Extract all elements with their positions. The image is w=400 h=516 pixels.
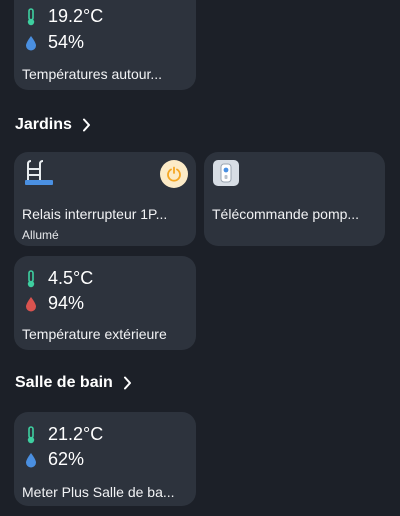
humidity-value: 94%	[48, 293, 85, 313]
chevron-right-icon	[82, 118, 91, 132]
temperature-value: 21.2°C	[48, 424, 104, 444]
device-card-relais[interactable]: Relais interrupteur 1P... Allumé	[14, 152, 196, 246]
temperature-value: 4.5°C	[48, 268, 94, 288]
droplet-icon	[24, 34, 38, 52]
device-card-meter-salle-de-bain[interactable]: 21.2°C 62% Meter Plus Salle de ba...	[14, 412, 196, 506]
device-name: Relais interrupteur 1P...	[22, 206, 168, 222]
device-name: Meter Plus Salle de ba...	[22, 484, 175, 500]
device-card-temperature-exterieure[interactable]: 4.5°C 94% Température extérieure	[14, 256, 196, 350]
device-name: Température extérieure	[22, 326, 167, 342]
pool-icon	[24, 160, 54, 191]
section-header-jardins[interactable]: Jardins	[15, 116, 91, 134]
device-card-temperatures-autour[interactable]: 19.2°C 54% Températures autour...	[14, 0, 196, 90]
droplet-icon	[24, 451, 38, 469]
power-button[interactable]	[160, 160, 188, 188]
temperature-reading: 4.5°C	[24, 268, 93, 289]
section-title: Salle de bain	[15, 374, 113, 391]
humidity-value: 54%	[48, 32, 85, 52]
remote-icon	[213, 160, 239, 186]
thermometer-icon	[24, 269, 38, 288]
section-header-salle-de-bain[interactable]: Salle de bain	[15, 374, 132, 392]
device-card-telecommande[interactable]: Télécommande pomp...	[204, 152, 385, 246]
temperature-value: 19.2°C	[48, 6, 104, 26]
section-title: Jardins	[15, 116, 72, 133]
humidity-value: 62%	[48, 449, 85, 469]
thermometer-icon	[24, 7, 38, 26]
device-name: Télécommande pomp...	[212, 206, 360, 222]
device-status: Allumé	[22, 228, 59, 242]
device-list: 19.2°C 54% Températures autour... Jardin…	[0, 0, 400, 516]
temperature-reading: 19.2°C	[24, 6, 103, 27]
droplet-icon	[24, 295, 38, 313]
chevron-right-icon	[123, 376, 132, 390]
humidity-reading: 94%	[24, 293, 84, 314]
humidity-reading: 54%	[24, 32, 84, 53]
thermometer-icon	[24, 425, 38, 444]
humidity-reading: 62%	[24, 449, 84, 470]
temperature-reading: 21.2°C	[24, 424, 103, 445]
power-icon	[167, 166, 181, 182]
device-name: Températures autour...	[22, 66, 163, 82]
